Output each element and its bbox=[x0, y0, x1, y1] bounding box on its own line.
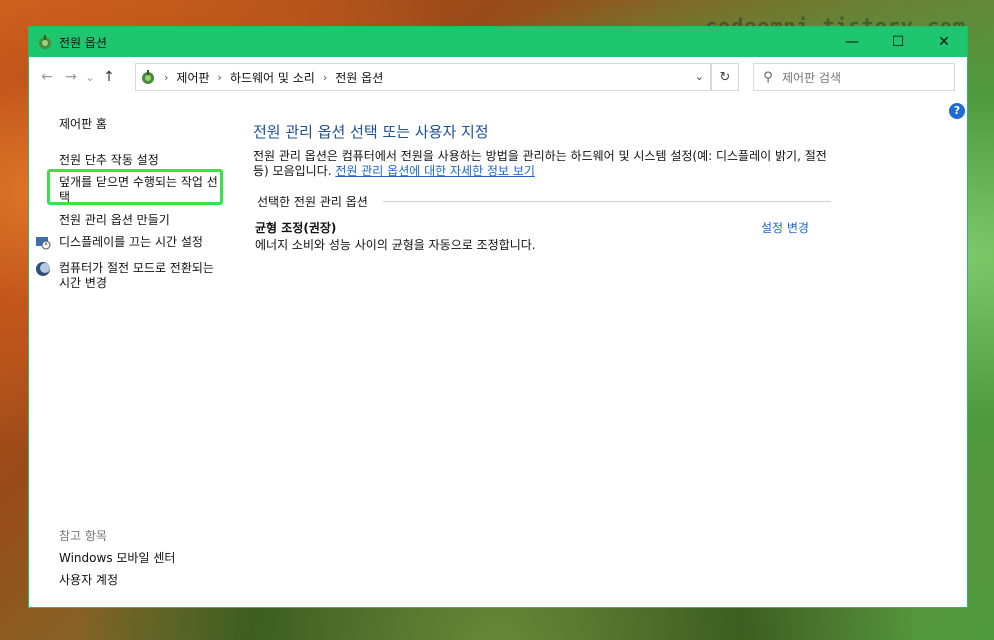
chevron-right-icon: › bbox=[217, 70, 222, 84]
nav-display-off-time[interactable]: 디스플레이를 끄는 시간 설정 bbox=[59, 235, 203, 250]
help-icon[interactable]: ? bbox=[949, 103, 965, 119]
recent-locations-icon[interactable]: ⌄ bbox=[83, 71, 97, 84]
title-bar[interactable]: 전원 옵션 — ☐ ✕ bbox=[29, 27, 967, 57]
nav-user-accounts[interactable]: 사용자 계정 bbox=[59, 573, 118, 588]
chevron-right-icon: › bbox=[322, 70, 328, 84]
search-placeholder: 제어판 검색 bbox=[782, 70, 842, 85]
highlight-box bbox=[47, 169, 223, 205]
plan-description: 에너지 소비와 성능 사이의 균형을 자동으로 조정합니다. bbox=[255, 238, 536, 252]
plan-name: 균형 조정(권장) bbox=[255, 221, 337, 235]
left-navigation: 제어판 홈 전원 단추 작동 설정 덮개를 닫으면 수행되는 작업 선택 전원 … bbox=[29, 99, 239, 607]
content-area: ? 제어판 홈 전원 단추 작동 설정 덮개를 닫으면 수행되는 작업 선택 전… bbox=[29, 99, 967, 607]
description: 전원 관리 옵션은 컴퓨터에서 전원을 사용하는 방법을 관리하는 하드웨어 및… bbox=[253, 149, 833, 179]
nav-control-panel-home[interactable]: 제어판 홈 bbox=[59, 117, 107, 132]
page-title: 전원 관리 옵션 선택 또는 사용자 지정 bbox=[253, 123, 489, 141]
power-options-icon bbox=[39, 35, 51, 49]
display-clock-icon bbox=[36, 237, 51, 250]
sleep-moon-icon bbox=[36, 262, 50, 276]
address-bar[interactable]: › 제어판 › 하드웨어 및 소리 › 전원 옵션 ⌄ bbox=[135, 63, 711, 91]
change-settings-link[interactable]: 설정 변경 bbox=[761, 219, 809, 236]
section-title: 선택한 전원 관리 옵션 bbox=[257, 195, 368, 209]
close-button[interactable]: ✕ bbox=[921, 27, 967, 57]
address-dropdown-icon[interactable]: ⌄ bbox=[695, 70, 704, 83]
window-title: 전원 옵션 bbox=[59, 35, 107, 50]
breadcrumb-hardware-sound[interactable]: 하드웨어 및 소리 bbox=[230, 69, 315, 86]
more-info-link[interactable]: 전원 관리 옵션에 대한 자세한 정보 보기 bbox=[335, 164, 535, 178]
up-arrow-icon[interactable]: ↑ bbox=[97, 69, 121, 85]
window-controls: — ☐ ✕ bbox=[829, 27, 967, 57]
chevron-right-icon: › bbox=[164, 70, 169, 84]
back-arrow-icon[interactable]: ← bbox=[35, 69, 59, 85]
maximize-button[interactable]: ☐ bbox=[875, 27, 921, 57]
nav-windows-mobility-center[interactable]: Windows 모바일 센터 bbox=[59, 551, 175, 566]
refresh-button[interactable]: ↻ bbox=[711, 63, 739, 91]
search-box[interactable]: ⚲ 제어판 검색 bbox=[753, 63, 955, 91]
nav-sleep-time[interactable]: 컴퓨터가 절전 모드로 전환되는 시간 변경 bbox=[59, 261, 219, 291]
control-panel-icon bbox=[142, 70, 154, 84]
navigation-bar: ← → ⌄ ↑ › 제어판 › 하드웨어 및 소리 › 전원 옵션 ⌄ ↻ ⚲ … bbox=[29, 57, 967, 97]
nav-create-power-plan[interactable]: 전원 관리 옵션 만들기 bbox=[59, 213, 170, 228]
search-icon: ⚲ bbox=[763, 69, 773, 85]
section-divider bbox=[383, 201, 831, 202]
breadcrumb-control-panel[interactable]: 제어판 bbox=[176, 69, 209, 86]
power-options-window: 전원 옵션 — ☐ ✕ ← → ⌄ ↑ › 제어판 › 하드웨어 및 소리 › … bbox=[28, 26, 968, 608]
see-also-label: 참고 항목 bbox=[59, 529, 107, 543]
breadcrumb-power-options[interactable]: 전원 옵션 bbox=[335, 69, 383, 86]
nav-power-button-settings[interactable]: 전원 단추 작동 설정 bbox=[59, 153, 159, 168]
minimize-button[interactable]: — bbox=[829, 27, 875, 57]
forward-arrow-icon[interactable]: → bbox=[59, 69, 83, 85]
